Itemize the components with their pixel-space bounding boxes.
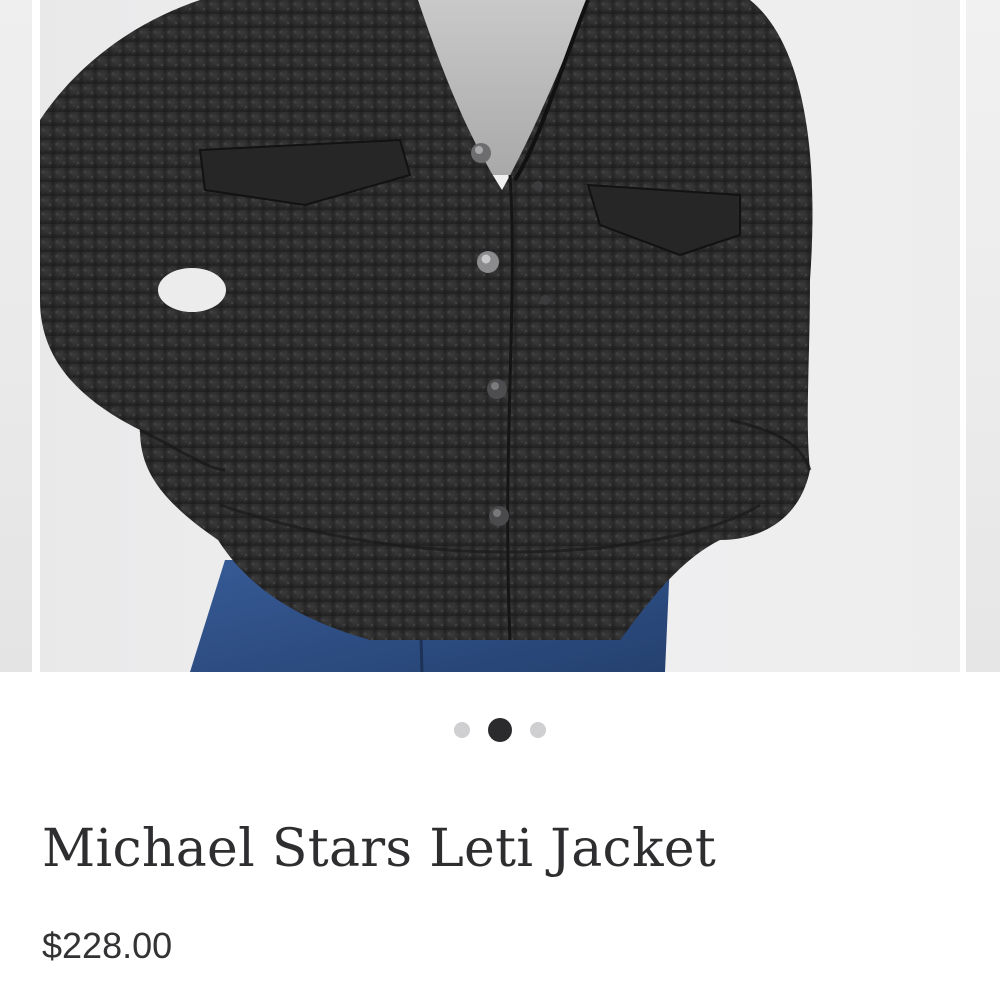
next-slide-peek[interactable] bbox=[966, 0, 1000, 672]
product-image-slide[interactable] bbox=[40, 0, 960, 672]
carousel-dot-3[interactable] bbox=[530, 722, 546, 738]
product-photo bbox=[40, 0, 813, 672]
snap-button bbox=[540, 295, 550, 305]
arm-gap bbox=[158, 268, 226, 312]
product-title: Michael Stars Leti Jacket bbox=[42, 819, 717, 879]
carousel-dot-1[interactable] bbox=[454, 722, 470, 738]
product-image-carousel[interactable] bbox=[0, 0, 1000, 672]
carousel-dot-2-active[interactable] bbox=[488, 718, 512, 742]
product-page: Michael Stars Leti Jacket $228.00 bbox=[0, 0, 1000, 1000]
carousel-pagination bbox=[0, 716, 1000, 744]
previous-slide-peek[interactable] bbox=[0, 0, 32, 672]
jacket bbox=[40, 0, 813, 640]
product-price: $228.00 bbox=[42, 925, 173, 966]
snap-button bbox=[533, 181, 543, 191]
